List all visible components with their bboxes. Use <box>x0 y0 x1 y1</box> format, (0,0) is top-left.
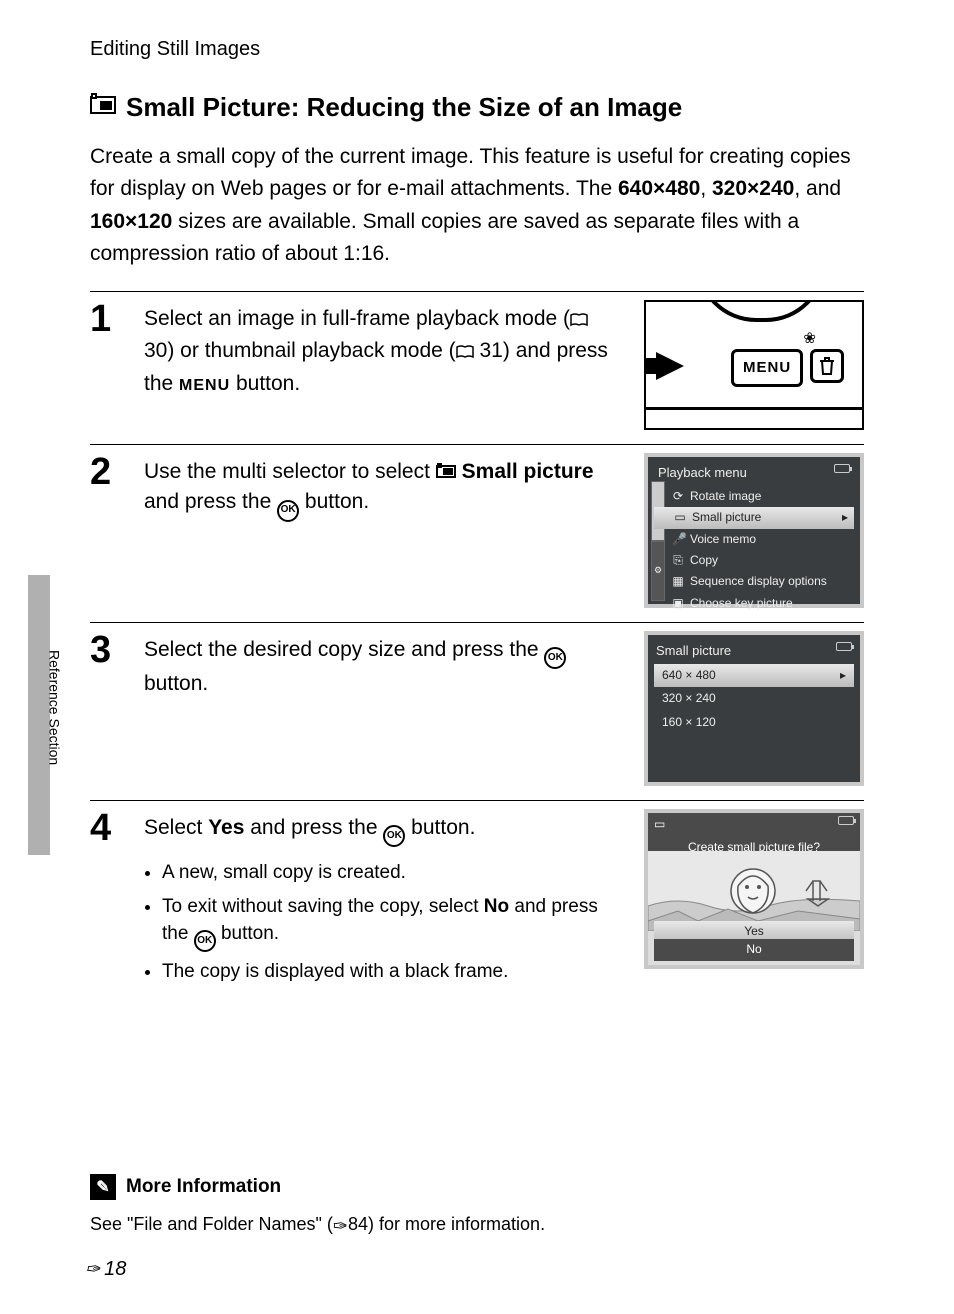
small-picture-icon <box>90 92 116 123</box>
ok-icon: OK <box>194 930 216 952</box>
figure-camera-body: ❀ MENU <box>644 300 864 430</box>
step-text: Use the multi selector to select Small p… <box>144 453 624 522</box>
pencil-icon: ✎ <box>90 1174 116 1200</box>
small-picture-icon <box>436 457 456 487</box>
lcd-title: Small picture <box>656 642 731 661</box>
step-1: 1 Select an image in full-frame playback… <box>90 292 864 444</box>
menu-item[interactable]: 🎤Voice memo <box>652 529 856 550</box>
page-footer: ✑18 <box>85 1255 126 1284</box>
step-text: Select Yes and press the OK button. A ne… <box>144 809 624 992</box>
step-4: 4 Select Yes and press the OK button. A … <box>90 801 864 1006</box>
battery-icon <box>836 642 852 651</box>
step-number: 4 <box>90 809 124 847</box>
step-text: Select an image in full-frame playback m… <box>144 300 624 399</box>
more-info-heading: More Information <box>126 1173 281 1201</box>
menu-item-selected[interactable]: ▭Small picture <box>654 507 854 528</box>
more-information: ✎ More Information See "File and Folder … <box>90 1173 864 1239</box>
menu-item[interactable]: ▣Choose key picture <box>652 593 856 614</box>
bullet: The copy is displayed with a black frame… <box>162 958 624 986</box>
menu-button[interactable]: MENU <box>731 349 803 387</box>
step-3: 3 Select the desired copy size and press… <box>90 623 864 800</box>
battery-icon <box>834 464 850 473</box>
lcd-title: Playback menu <box>658 464 747 483</box>
figure-playback-menu: Playback menu ▶⚙ ⟳Rotate image ▭Small pi… <box>644 453 864 608</box>
figure-confirm: ▭ Create small picture file? Yes No <box>644 809 864 969</box>
step-number: 3 <box>90 631 124 669</box>
macro-icon: ❀ <box>803 328 816 350</box>
menu-item[interactable]: ▦Sequence display options <box>652 571 856 592</box>
step-number: 2 <box>90 453 124 491</box>
breadcrumb: Editing Still Images <box>90 35 864 64</box>
trash-button[interactable] <box>810 349 844 383</box>
step-text: Select the desired copy size and press t… <box>144 631 624 700</box>
ok-icon: OK <box>544 647 566 669</box>
intro-text: Create a small copy of the current image… <box>90 141 864 271</box>
small-picture-icon: ▭ <box>654 816 665 833</box>
bullet: To exit without saving the copy, select … <box>162 893 624 953</box>
book-icon <box>570 306 588 336</box>
size-option[interactable]: 160 × 120 <box>654 711 854 734</box>
side-label: Reference Section <box>44 650 64 765</box>
step-2: 2 Use the multi selector to select Small… <box>90 445 864 622</box>
ok-icon: OK <box>383 825 405 847</box>
menu-item[interactable]: ⟳Rotate image <box>652 486 856 507</box>
sample-image-illustration <box>648 851 860 931</box>
book-icon <box>456 338 474 368</box>
reference-icon: ✑ <box>85 1256 100 1282</box>
bullet: A new, small copy is created. <box>162 859 624 887</box>
ok-icon: OK <box>277 500 299 522</box>
size-option-selected[interactable]: 640 × 480 <box>654 664 854 687</box>
figure-size-menu: Small picture 640 × 480 320 × 240 160 × … <box>644 631 864 786</box>
menu-word: MENU <box>179 377 230 394</box>
menu-item[interactable]: ⎘Copy <box>652 550 856 571</box>
page-number: 18 <box>104 1255 126 1284</box>
battery-icon <box>838 816 854 825</box>
step-number: 1 <box>90 300 124 338</box>
size-option[interactable]: 320 × 240 <box>654 687 854 710</box>
page-title: Small Picture: Reducing the Size of an I… <box>126 89 682 127</box>
reference-icon: ✑ <box>333 1216 348 1236</box>
confirm-no[interactable]: No <box>654 939 854 960</box>
